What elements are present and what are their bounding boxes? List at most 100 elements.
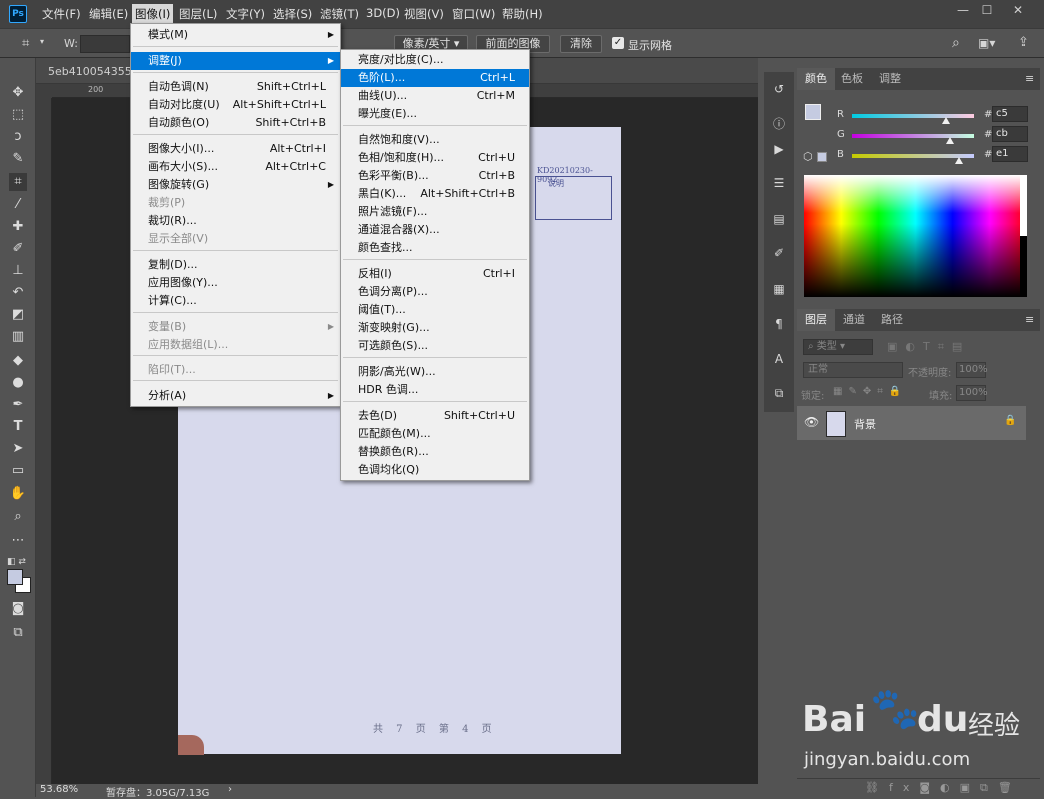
menu-edit[interactable]: 编辑(E) (89, 6, 128, 22)
g-slider-track[interactable] (852, 134, 974, 138)
eraser-tool-icon[interactable]: ◩ (9, 306, 27, 324)
fill-field[interactable]: 100% (956, 385, 988, 401)
crop-tool-icon[interactable]: ⌗ (9, 173, 27, 191)
spectrum-black-strip[interactable] (1020, 236, 1027, 297)
adjust-menu-item[interactable]: 阈值(T)... (341, 301, 529, 319)
marquee-tool-icon[interactable]: ⬚ (9, 106, 27, 124)
hand-tool-icon[interactable]: ✋ (9, 485, 27, 503)
pen-tool-icon[interactable]: ✒ (9, 396, 27, 414)
adjust-menu-item[interactable]: 颜色查找... (341, 239, 529, 257)
layer-action-icons[interactable]: ⛓fx◙◐▣⧉🗑 (865, 781, 1022, 795)
brush-tool-icon[interactable]: ✐ (9, 240, 27, 258)
spectrum-white-strip[interactable] (1020, 175, 1027, 236)
history-brush-tool-icon[interactable]: ↶ (9, 284, 27, 302)
more-tools-icon[interactable]: ⋯ (9, 532, 27, 550)
blend-mode-select[interactable]: 正常 (803, 362, 903, 378)
panel-menu-icon[interactable]: ≡ (1025, 313, 1034, 326)
menu-help[interactable]: 帮助(H) (502, 6, 543, 22)
grid-checkbox[interactable]: ✓ (612, 37, 624, 49)
maximize-button[interactable]: ☐ (979, 3, 995, 17)
lasso-tool-icon[interactable]: ↄ (9, 128, 27, 146)
brush-settings-icon[interactable]: ✐ (772, 246, 786, 260)
tab-paths[interactable]: 路径 (873, 309, 911, 331)
default-colors-icon[interactable]: ◧ ⇄ (7, 557, 26, 567)
menu-select[interactable]: 选择(S) (273, 6, 312, 22)
g-value-field[interactable]: cb (992, 126, 1028, 142)
paragraph-icon[interactable]: ¶ (772, 317, 786, 331)
dodge-tool-icon[interactable]: ● (9, 374, 27, 392)
gradient-tool-icon[interactable]: ▥ (9, 328, 27, 346)
adjust-menu-item[interactable]: 色调分离(P)... (341, 283, 529, 301)
minimize-button[interactable]: — (955, 3, 971, 17)
adjust-menu-item[interactable]: 照片滤镜(F)... (341, 203, 529, 221)
clear-button[interactable]: 清除 (560, 35, 602, 53)
image-menu-item[interactable]: 模式(M) ▶ (131, 26, 340, 44)
tab-channels[interactable]: 通道 (835, 309, 873, 331)
adjust-menu-item[interactable]: 通道混合器(X)... (341, 221, 529, 239)
layer-name[interactable]: 背景 (854, 416, 876, 432)
opacity-field[interactable]: 100% (956, 362, 988, 378)
image-menu-item[interactable]: 自动颜色(O) Shift+Ctrl+B (131, 114, 340, 132)
image-menu-item[interactable]: 调整(J) ▶ (131, 52, 340, 70)
blur-tool-icon[interactable]: ◆ (9, 352, 27, 370)
zoom-level[interactable]: 53.68% (40, 784, 78, 795)
tab-color[interactable]: 颜色 (797, 68, 835, 90)
panel-menu-icon[interactable]: ≡ (1025, 72, 1034, 85)
adjust-menu-item[interactable]: 替换颜色(R)... (341, 443, 529, 461)
crop-tool-icon[interactable]: ⌗ (22, 36, 29, 51)
menu-image[interactable]: 图像(I) (132, 4, 174, 24)
clone-source-icon[interactable]: ▦ (772, 282, 786, 296)
r-slider-thumb[interactable] (941, 117, 950, 124)
image-menu-item[interactable]: 应用图像(Y)... (131, 274, 340, 292)
image-menu-item[interactable]: 计算(C)... (131, 292, 340, 310)
screen-mode-icon[interactable]: ⧉ (9, 624, 27, 642)
properties-icon[interactable]: ☰ (772, 176, 786, 190)
adjust-menu-item[interactable]: 色调均化(Q) (341, 461, 529, 479)
b-value-field[interactable]: e1 (992, 146, 1028, 162)
adjust-menu-item[interactable]: 曲线(U)... Ctrl+M (341, 87, 529, 105)
tab-layers[interactable]: 图层 (797, 309, 835, 331)
layer-filter-select[interactable]: ⌕ 类型 ▾ (803, 339, 873, 355)
adjust-menu-item[interactable]: 匹配颜色(M)... (341, 425, 529, 443)
b-slider-thumb[interactable] (955, 157, 964, 164)
adjust-menu-item[interactable]: 阴影/高光(W)... (341, 363, 529, 381)
image-menu-item[interactable]: 画布大小(S)... Alt+Ctrl+C (131, 158, 340, 176)
menu-type[interactable]: 文字(Y) (226, 6, 265, 22)
image-menu-item[interactable]: 分析(A) ▶ (131, 387, 340, 405)
r-value-field[interactable]: c5 (992, 106, 1028, 122)
adjust-menu-item[interactable]: 黑白(K)... Alt+Shift+Ctrl+B (341, 185, 529, 203)
layer-filter-icons[interactable]: ▣◐T⌗▤ (887, 340, 970, 354)
shape-tool-icon[interactable]: ▭ (9, 462, 27, 480)
menu-view[interactable]: 视图(V) (404, 6, 444, 22)
adjust-menu-item[interactable]: 可选颜色(S)... (341, 337, 529, 355)
menu-layer[interactable]: 图层(L) (179, 6, 217, 22)
healing-tool-icon[interactable]: ✚ (9, 218, 27, 236)
foreground-color-swatch[interactable] (7, 569, 23, 585)
adjust-menu-item[interactable]: 自然饱和度(V)... (341, 131, 529, 149)
status-arrow-icon[interactable]: › (228, 784, 232, 795)
libraries-icon[interactable]: ▤ (772, 212, 786, 226)
zoom-tool-icon[interactable]: ⌕ (9, 508, 27, 526)
actions-play-icon[interactable]: ▶ (772, 142, 786, 156)
tab-swatches[interactable]: 色板 (833, 68, 871, 90)
glyphs-icon[interactable]: ⧉ (772, 386, 786, 400)
image-menu-item[interactable]: 裁切(R)... (131, 212, 340, 230)
lock-icons[interactable]: ▦✎✥⌗🔒 (833, 386, 907, 397)
info-icon[interactable]: ⓘ (772, 117, 786, 131)
g-slider-thumb[interactable] (945, 137, 954, 144)
path-select-tool-icon[interactable]: ➤ (9, 440, 27, 458)
quick-select-tool-icon[interactable]: ✎ (9, 150, 27, 168)
adjust-menu-item[interactable]: 去色(D) Shift+Ctrl+U (341, 407, 529, 425)
adjust-menu-item[interactable]: 色彩平衡(B)... Ctrl+B (341, 167, 529, 185)
adjust-menu-item[interactable]: 反相(I) Ctrl+I (341, 265, 529, 283)
workspace-icon[interactable]: ▣▾ (978, 36, 995, 50)
type-tool-icon[interactable]: T (9, 418, 27, 436)
r-slider-track[interactable] (852, 114, 974, 118)
menu-filter[interactable]: 滤镜(T) (320, 6, 359, 22)
chevron-down-icon[interactable]: ▾ (40, 37, 44, 46)
adjust-menu-item[interactable]: 亮度/对比度(C)... (341, 51, 529, 69)
width-field[interactable] (80, 35, 130, 53)
move-tool-icon[interactable]: ✥ (9, 84, 27, 102)
image-menu-item[interactable]: 图像大小(I)... Alt+Ctrl+I (131, 140, 340, 158)
adjust-menu-item[interactable]: 曝光度(E)... (341, 105, 529, 123)
